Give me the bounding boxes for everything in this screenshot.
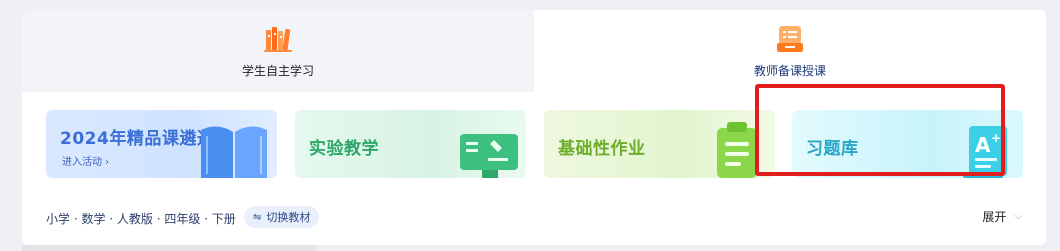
bookshelf-icon (264, 27, 292, 52)
expand-button[interactable]: 展开 ⌵ (982, 208, 1022, 225)
switch-textbook-button[interactable]: ⇋ 切换教材 (244, 206, 320, 228)
open-book-icon (201, 126, 267, 178)
textbook-path: 小学 · 数学 · 人教版 · 四年级 · 下册 (46, 212, 236, 226)
switch-label: 切换教材 (266, 211, 311, 224)
footer-bar: 小学 · 数学 · 人教版 · 四年级 · 下册 ⇋ 切换教材 展开 ⌵ (22, 206, 1046, 232)
card-basic-homework[interactable]: 基础性作业 (544, 110, 775, 178)
tab-label: 学生自主学习 (241, 64, 314, 78)
microscope-board-icon (460, 134, 518, 178)
svg-text:+: + (991, 131, 1001, 145)
switch-icon: ⇋ (253, 211, 262, 223)
tab-teacher-preparation[interactable]: 教师备课授课 (534, 10, 1046, 92)
grade-sheet-icon: A + (963, 126, 1007, 178)
card-title: 实验教学 (309, 139, 379, 159)
card-exercise-bank[interactable]: 习题库 A + (792, 110, 1023, 178)
expand-label: 展开 (982, 210, 1007, 224)
feature-cards: 2024年精品课遴选 进入活动 › 实验教学 基础性作业 习题库 A + (22, 110, 1046, 180)
svg-text:A: A (975, 133, 991, 157)
mode-tabs: 学生自主学习 教师备课授课 (22, 10, 1046, 92)
enter-activity-link[interactable]: 进入活动 › (62, 153, 109, 168)
teaching-board-icon (777, 26, 803, 52)
lower-panel-edge (22, 245, 317, 251)
card-quality-course-selection[interactable]: 2024年精品课遴选 进入活动 › (46, 110, 277, 178)
card-title: 基础性作业 (558, 139, 646, 159)
tab-student-self-study[interactable]: 学生自主学习 (22, 10, 534, 92)
card-experiment-teaching[interactable]: 实验教学 (295, 110, 526, 178)
tab-label: 教师备课授课 (753, 64, 826, 78)
chevron-down-icon: ⌵ (1014, 211, 1022, 222)
main-panel: 学生自主学习 教师备课授课 2024年精品课遴选 进入活动 › 实验教学 基础性… (22, 10, 1046, 245)
clipboard-icon (717, 122, 757, 178)
card-title: 习题库 (806, 139, 859, 159)
